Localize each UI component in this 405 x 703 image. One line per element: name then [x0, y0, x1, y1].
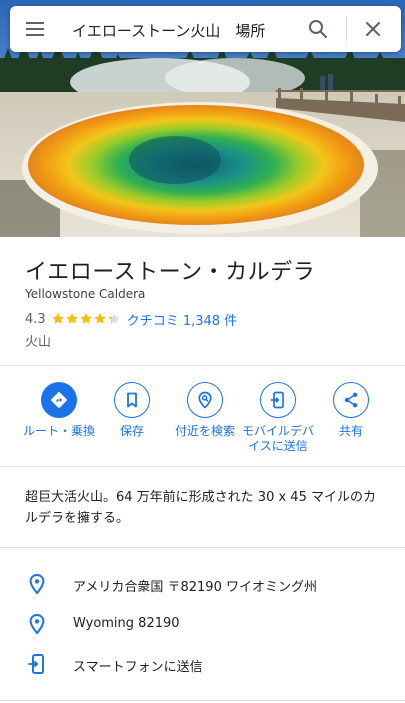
share-label: 共有 — [338, 424, 363, 438]
send-to-device-label: モバイルデバイスに送信 — [241, 424, 314, 453]
send-to-phone-row[interactable]: スマートフォンに送信 — [0, 646, 405, 682]
divider — [0, 700, 405, 701]
star-icon — [51, 313, 64, 324]
location-pin-icon — [26, 573, 48, 595]
search-input[interactable]: イエローストーン火山 場所 — [72, 20, 265, 41]
star-icon — [79, 313, 92, 324]
place-title: イエローストーン・カルデラ — [25, 260, 316, 285]
star-icon — [93, 313, 106, 324]
directions-icon — [41, 382, 77, 418]
address-text: アメリカ合衆国 〒82190 ワイオミング州 — [73, 580, 317, 595]
menu-icon[interactable] — [24, 18, 48, 40]
star-rating — [51, 312, 121, 326]
search-icon[interactable] — [306, 17, 330, 41]
postal-text: Wyoming 82190 — [73, 616, 180, 631]
share-button[interactable]: 共有 — [311, 382, 391, 439]
search-nearby-button[interactable]: 付近を検索 — [165, 382, 245, 439]
search-divider — [346, 16, 347, 42]
save-label: 保存 — [119, 424, 144, 438]
place-description: 超巨大活火山。64 万年前に形成された 30 x 45 マイルのカルデラを擁する… — [25, 490, 376, 526]
save-button[interactable]: 保存 — [92, 382, 172, 439]
place-subtitle: Yellowstone Caldera — [25, 287, 146, 301]
address-row[interactable]: アメリカ合衆国 〒82190 ワイオミング州 — [0, 566, 405, 602]
send-to-device-icon — [260, 382, 296, 418]
close-icon[interactable] — [361, 17, 385, 41]
search-nearby-label: 付近を検索 — [174, 424, 235, 438]
rating-row: 4.3 クチコミ 1,348 件 — [25, 309, 237, 329]
star-icon — [65, 313, 78, 324]
divider — [0, 365, 405, 366]
bookmark-icon — [114, 382, 150, 418]
divider — [0, 466, 405, 467]
send-to-phone-text: スマートフォンに送信 — [73, 660, 203, 675]
send-to-phone-icon — [26, 653, 48, 675]
directions-label: ルート・乗換 — [22, 424, 95, 438]
place-category: 火山 — [25, 335, 52, 350]
share-icon — [333, 382, 369, 418]
star-icon — [107, 313, 120, 324]
directions-button[interactable]: ルート・乗換 — [19, 382, 99, 439]
divider — [0, 547, 405, 548]
nearby-search-icon — [187, 382, 223, 418]
location-pin-icon — [26, 613, 48, 635]
reviews-link[interactable]: クチコミ 1,348 件 — [127, 310, 237, 329]
rating-value: 4.3 — [25, 311, 46, 327]
postal-row[interactable]: Wyoming 82190 — [0, 606, 405, 642]
search-bar[interactable]: イエローストーン火山 場所 — [10, 6, 401, 52]
send-to-device-button[interactable]: モバイルデバイスに送信 — [238, 382, 318, 454]
